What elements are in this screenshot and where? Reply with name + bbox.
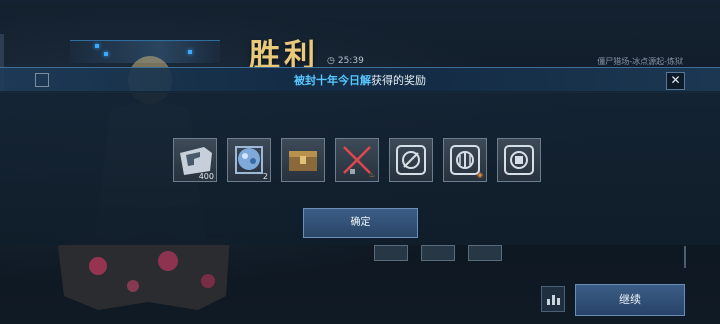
spark-effect [95,44,99,48]
spark-effect [104,52,108,56]
badge-fist-icon [504,145,534,175]
reward-items: 400 2 ♨ ◉ [173,138,541,182]
bar-chart-icon [551,295,555,305]
reward-item-badge-dagger[interactable] [389,138,433,182]
reward-title-suffix: 获得的奖励 [371,74,426,87]
player-name: 被封十年今日解 [294,74,371,87]
reward-item-lightsabers[interactable]: ♨ [335,138,379,182]
reward-title: 被封十年今日解获得的奖励 [0,72,720,88]
match-time: 25:39 [337,56,364,66]
bar-chart-icon [546,299,550,305]
fire-badge-icon: ◉ [476,171,483,179]
reward-modal: 400 2 ♨ ◉ 确定 [0,91,720,245]
bottom-chips [374,245,502,261]
reward-item-crystal-cube[interactable]: 2 [227,138,271,182]
spark-effect [188,50,192,54]
fire-badge-icon: ♨ [368,171,375,179]
stat-chip [374,245,408,261]
continue-button[interactable]: 继续 [575,284,685,316]
badge-dagger-icon [396,145,426,175]
stat-chip [421,245,455,261]
clock-icon: ◷ [327,56,335,66]
confirm-button[interactable]: 确定 [303,208,418,238]
item-count: 400 [198,172,214,181]
scrollbar[interactable] [684,246,686,268]
close-button[interactable]: ✕ [666,72,685,90]
reward-item-badge-fist[interactable] [497,138,541,182]
bar-chart-icon [556,298,560,305]
stats-chart-button[interactable] [541,286,565,312]
treasure-box-icon [289,151,317,171]
reward-banner: 被封十年今日解获得的奖励 ✕ [0,67,720,93]
reward-item-treasure-box[interactable] [281,138,325,182]
match-timer: ◷ 25:39 [327,56,364,66]
item-count: 2 [262,172,268,181]
reward-item-card[interactable]: 400 [173,138,217,182]
reward-item-badge-shield[interactable]: ◉ [443,138,487,182]
mission-path: 僵尸猎场-冰点源起-炼狱 [597,57,683,66]
stat-chip [468,245,502,261]
